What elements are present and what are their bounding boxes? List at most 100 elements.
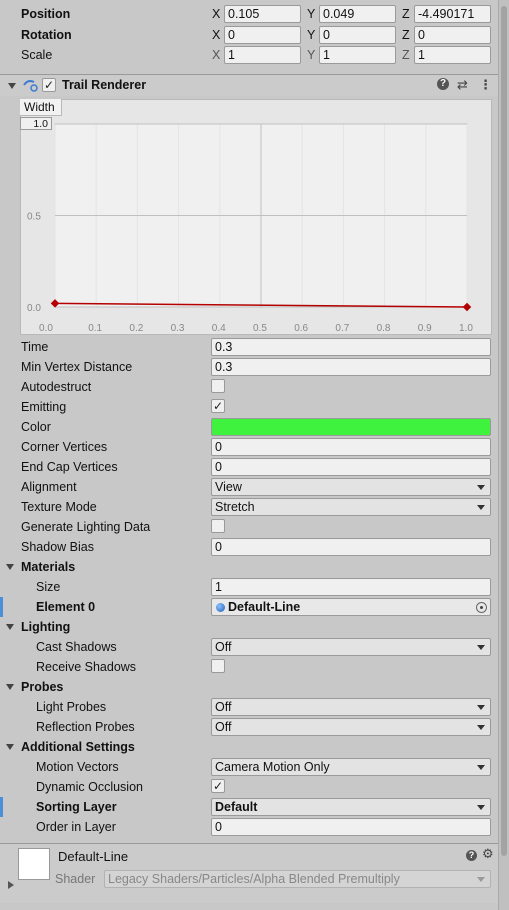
additional-settings-title: Additional Settings bbox=[21, 740, 135, 754]
trail-renderer-header[interactable]: ✓ Trail Renderer ? ⇄ ⋮ bbox=[0, 74, 498, 96]
lighting-data-checkbox[interactable] bbox=[211, 519, 225, 533]
reflection-probes-dropdown[interactable]: Off bbox=[211, 718, 491, 736]
rotation-x-label[interactable]: X bbox=[212, 28, 220, 42]
context-menu-icon[interactable]: ⋮ bbox=[479, 77, 492, 93]
sorting-layer-value: Default bbox=[215, 800, 258, 814]
position-y-field[interactable]: 0.049 bbox=[319, 5, 396, 23]
material-thumbnail[interactable] bbox=[18, 848, 50, 880]
foldout-arrow-icon[interactable] bbox=[8, 881, 14, 889]
position-x-field[interactable]: 0.105 bbox=[224, 5, 301, 23]
position-y-label[interactable]: Y bbox=[307, 7, 315, 21]
rotation-y-label[interactable]: Y bbox=[307, 28, 315, 42]
element-0-row: Element 0 Default-Line bbox=[0, 597, 498, 617]
rotation-x-field[interactable]: 0 bbox=[224, 26, 301, 44]
component-title: Trail Renderer bbox=[62, 78, 147, 92]
time-label: Time bbox=[21, 340, 49, 354]
scale-z-label[interactable]: Z bbox=[402, 48, 410, 62]
dynamic-occlusion-checkbox[interactable]: ✓ bbox=[211, 779, 225, 793]
width-curve-editor[interactable]: 0.0 0.1 0.2 0.3 0.4 0.5 0.6 0.7 0.8 0.9 1.0 0.0 0.5 bbox=[20, 99, 492, 335]
chevron-down-icon bbox=[477, 765, 485, 770]
motion-vectors-dropdown[interactable]: Camera Motion Only bbox=[211, 758, 491, 776]
curve-y-tick-label: 0.5 bbox=[27, 212, 41, 223]
autodestruct-checkbox[interactable] bbox=[211, 379, 225, 393]
shadow-bias-label: Shadow Bias bbox=[21, 540, 94, 554]
curve-x-tick-label: 0.4 bbox=[212, 323, 226, 334]
rotation-y-field[interactable]: 0 bbox=[319, 26, 396, 44]
position-x-label[interactable]: X bbox=[212, 7, 220, 21]
foldout-arrow-icon[interactable] bbox=[6, 624, 14, 630]
end-cap-label: End Cap Vertices bbox=[21, 460, 118, 474]
curve-x-tick-label: 0.8 bbox=[377, 323, 391, 334]
lighting-title: Lighting bbox=[21, 620, 71, 634]
rotation-row: Rotation X 0 Y 0 Z 0 bbox=[0, 25, 498, 45]
materials-size-field[interactable]: 1 bbox=[211, 578, 491, 596]
shader-dropdown[interactable]: Legacy Shaders/Particles/Alpha Blended P… bbox=[104, 870, 491, 888]
end-cap-field[interactable]: 0 bbox=[211, 458, 491, 476]
rotation-z-field[interactable]: 0 bbox=[414, 26, 491, 44]
dynamic-occlusion-label: Dynamic Occlusion bbox=[36, 780, 143, 794]
additional-settings-foldout[interactable]: Additional Settings bbox=[0, 737, 498, 757]
color-swatch[interactable] bbox=[211, 418, 491, 436]
scale-y-field[interactable]: 1 bbox=[319, 46, 396, 64]
curve-x-tick-label: 0.2 bbox=[129, 323, 143, 334]
scale-z-field[interactable]: 1 bbox=[414, 46, 491, 64]
lighting-foldout[interactable]: Lighting bbox=[0, 617, 498, 637]
light-probes-dropdown[interactable]: Off bbox=[211, 698, 491, 716]
emitting-checkbox[interactable]: ✓ bbox=[211, 399, 225, 413]
chevron-down-icon bbox=[477, 485, 485, 490]
gear-icon[interactable]: ⚙ bbox=[482, 846, 494, 862]
curve-x-tick-label: 0.9 bbox=[418, 323, 432, 334]
vertical-scrollbar[interactable] bbox=[498, 0, 509, 910]
motion-vectors-row: Motion Vectors Camera Motion Only bbox=[0, 757, 498, 777]
materials-size-row: Size 1 bbox=[0, 577, 498, 597]
chevron-down-icon bbox=[477, 725, 485, 730]
presets-icon[interactable]: ⇄ bbox=[457, 77, 468, 93]
element-0-label: Element 0 bbox=[36, 600, 96, 614]
position-z-label[interactable]: Z bbox=[402, 7, 410, 21]
element-0-object-field[interactable]: Default-Line bbox=[211, 598, 491, 616]
receive-shadows-row: Receive Shadows bbox=[0, 657, 498, 677]
chevron-down-icon bbox=[477, 805, 485, 810]
foldout-arrow-icon[interactable] bbox=[6, 564, 14, 570]
shader-label: Shader bbox=[55, 872, 96, 886]
foldout-arrow-icon[interactable] bbox=[6, 684, 14, 690]
reflection-probes-row: Reflection Probes Off bbox=[0, 717, 498, 737]
curve-y-max-field[interactable]: 1.0 bbox=[20, 117, 52, 130]
probes-foldout[interactable]: Probes bbox=[0, 677, 498, 697]
time-field[interactable]: 0.3 bbox=[211, 338, 491, 356]
object-picker-icon[interactable] bbox=[476, 602, 487, 613]
foldout-arrow-icon[interactable] bbox=[6, 744, 14, 750]
scrollbar-thumb[interactable] bbox=[501, 6, 507, 856]
materials-foldout[interactable]: Materials bbox=[0, 557, 498, 577]
width-curve-chart[interactable]: 0.0 0.1 0.2 0.3 0.4 0.5 0.6 0.7 0.8 0.9 1.0 0.0 0.5 bbox=[21, 100, 493, 336]
order-in-layer-field[interactable]: 0 bbox=[211, 818, 491, 836]
curve-x-tick-label: 1.0 bbox=[459, 323, 473, 334]
rotation-z-label[interactable]: Z bbox=[402, 28, 410, 42]
lighting-data-row: Generate Lighting Data bbox=[0, 517, 498, 537]
scale-x-label[interactable]: X bbox=[212, 48, 220, 62]
light-probes-row: Light Probes Off bbox=[0, 697, 498, 717]
color-row: Color bbox=[0, 417, 498, 437]
sorting-layer-dropdown[interactable]: Default bbox=[211, 798, 491, 816]
shadow-bias-field[interactable]: 0 bbox=[211, 538, 491, 556]
shadow-bias-row: Shadow Bias 0 bbox=[0, 537, 498, 557]
position-z-field[interactable]: -4.490171 bbox=[414, 5, 491, 23]
alignment-dropdown[interactable]: View bbox=[211, 478, 491, 496]
motion-vectors-value: Camera Motion Only bbox=[215, 760, 330, 774]
texture-mode-dropdown[interactable]: Stretch bbox=[211, 498, 491, 516]
cast-shadows-dropdown[interactable]: Off bbox=[211, 638, 491, 656]
scale-x-field[interactable]: 1 bbox=[224, 46, 301, 64]
corner-vertices-field[interactable]: 0 bbox=[211, 438, 491, 456]
component-enabled-checkbox[interactable]: ✓ bbox=[42, 78, 56, 92]
help-icon[interactable]: ? bbox=[466, 850, 477, 861]
min-vertex-label: Min Vertex Distance bbox=[21, 360, 133, 374]
autodestruct-row: Autodestruct bbox=[0, 377, 498, 397]
scale-y-label[interactable]: Y bbox=[307, 48, 315, 62]
order-in-layer-label: Order in Layer bbox=[36, 820, 116, 834]
emitting-label: Emitting bbox=[21, 400, 67, 414]
receive-shadows-checkbox[interactable] bbox=[211, 659, 225, 673]
material-name: Default-Line bbox=[58, 849, 129, 864]
min-vertex-field[interactable]: 0.3 bbox=[211, 358, 491, 376]
help-icon[interactable]: ? bbox=[437, 78, 449, 90]
foldout-arrow-icon[interactable] bbox=[8, 83, 16, 89]
